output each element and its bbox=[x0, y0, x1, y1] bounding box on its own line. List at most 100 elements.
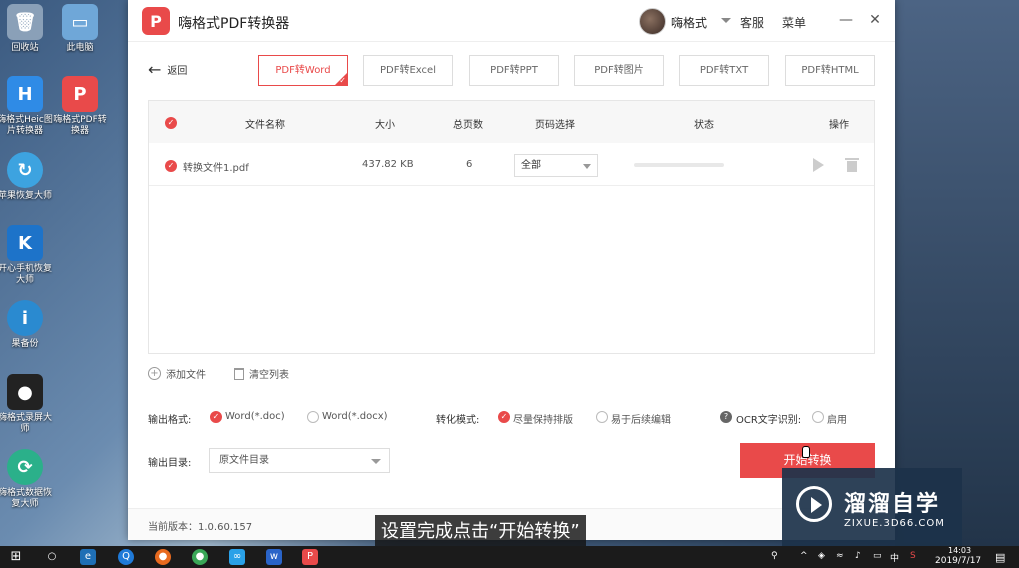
taskbar: ⊞ ○ e Q ● ● ∞ w P ⚲ ^ ◈ ≈ ♪ ▭ 中 S 14:03 … bbox=[0, 546, 1019, 568]
convert-mode-label: 转化模式: bbox=[436, 415, 480, 426]
tray-expand-icon[interactable]: ^ bbox=[800, 551, 808, 561]
desktop-icon-backup[interactable]: i 果备份 bbox=[0, 300, 53, 350]
app-window: P 嗨格式PDF转换器 嗨格式 客服 菜单 — ✕ ← 返回 PDF转Word … bbox=[128, 0, 895, 540]
radio-ocr-enable-label[interactable]: 启用 bbox=[827, 411, 847, 426]
notification-icon[interactable]: ▤ bbox=[995, 551, 1005, 564]
ime-indicator[interactable]: 中 bbox=[890, 551, 899, 564]
version-text: 当前版本：1.0.60.157 bbox=[148, 522, 253, 533]
radio-doc-label[interactable]: Word(*.doc) bbox=[225, 411, 285, 422]
radio-keep-layout-label[interactable]: 尽量保持排版 bbox=[513, 411, 573, 426]
header-status: 状态 bbox=[694, 120, 714, 131]
desktop-icon-label: 嗨格式录屏大师 bbox=[0, 413, 52, 434]
trash-can bbox=[847, 161, 857, 172]
radio-keep-layout[interactable]: ✓ bbox=[498, 411, 510, 423]
title-bar: P 嗨格式PDF转换器 嗨格式 客服 菜单 — ✕ bbox=[128, 0, 895, 42]
sogou-ime-icon[interactable]: S bbox=[910, 551, 916, 561]
row-checkbox[interactable]: ✓ bbox=[165, 160, 177, 172]
watermark: 溜溜自学 ZIXUE.3D66.COM bbox=[782, 468, 962, 552]
desktop-icon-screen-recorder[interactable]: ● 嗨格式录屏大师 bbox=[0, 374, 53, 435]
plus-icon: + bbox=[148, 367, 161, 380]
header-pages: 总页数 bbox=[453, 120, 483, 131]
pdf-converter-icon: P bbox=[62, 76, 98, 112]
chevron-down-icon bbox=[583, 164, 591, 169]
search-icon[interactable]: ○ bbox=[44, 549, 60, 565]
pdf-converter-taskbar-icon[interactable]: P bbox=[302, 549, 318, 565]
computer-icon: ▭ bbox=[62, 4, 98, 40]
arrow-left-icon: ← bbox=[148, 59, 162, 79]
output-format-label: 输出格式: bbox=[148, 415, 192, 426]
radio-docx[interactable] bbox=[307, 411, 319, 423]
desktop-icon-label: 回收站 bbox=[11, 43, 39, 53]
tab-label: PDF转图片 bbox=[594, 65, 644, 76]
cloud-app-icon[interactable]: ∞ bbox=[229, 549, 245, 565]
conversion-progress-bar bbox=[634, 163, 724, 167]
desktop-icon-apple-recovery[interactable]: ↻ 苹果恢复大师 bbox=[0, 152, 53, 202]
tab-pdf-to-ppt[interactable]: PDF转PPT bbox=[469, 55, 559, 86]
clock-date[interactable]: 2019/7/17 bbox=[935, 556, 981, 566]
desktop-icon-recycle-bin[interactable]: 🗑 回收站 bbox=[0, 4, 53, 54]
desktop-icon-label: 苹果恢复大师 bbox=[0, 191, 52, 201]
tab-pdf-to-txt[interactable]: PDF转TXT bbox=[679, 55, 769, 86]
tab-label: PDF转Excel bbox=[380, 65, 436, 76]
add-file-label: 添加文件 bbox=[166, 370, 206, 381]
tab-pdf-to-word[interactable]: PDF转Word ✓ bbox=[258, 55, 348, 86]
output-dir-select[interactable]: 原文件目录 bbox=[209, 448, 390, 473]
desktop-icon-data-recovery[interactable]: ⟳ 嗨格式数据恢复大师 bbox=[0, 449, 53, 510]
play-icon[interactable] bbox=[813, 158, 824, 172]
desktop-right-area bbox=[895, 0, 1019, 546]
user-name[interactable]: 嗨格式 bbox=[671, 14, 707, 31]
battery-icon[interactable]: ▭ bbox=[873, 551, 882, 561]
radio-doc[interactable]: ✓ bbox=[210, 411, 222, 423]
tab-pdf-to-image[interactable]: PDF转图片 bbox=[574, 55, 664, 86]
desktop-icon-heic-converter[interactable]: H 嗨格式Heic图片转换器 bbox=[0, 76, 53, 137]
volume-icon[interactable]: ♪ bbox=[855, 551, 861, 561]
trash-lid bbox=[845, 158, 859, 160]
page-range-select[interactable]: 全部 bbox=[514, 154, 598, 177]
back-label: 返回 bbox=[167, 66, 188, 77]
avatar[interactable] bbox=[639, 8, 666, 35]
menu-button[interactable]: 菜单 bbox=[782, 14, 806, 31]
tab-label: PDF转PPT bbox=[490, 65, 538, 76]
chevron-down-icon[interactable] bbox=[721, 18, 731, 23]
tab-pdf-to-excel[interactable]: PDF转Excel bbox=[363, 55, 453, 86]
firefox-icon[interactable]: ● bbox=[155, 549, 171, 565]
desktop-icon-label: 开心手机恢复大师 bbox=[0, 264, 52, 285]
desktop-icon-computer[interactable]: ▭ 此电脑 bbox=[52, 4, 108, 54]
customer-service-button[interactable]: 客服 bbox=[740, 14, 764, 31]
wifi-icon[interactable]: ≈ bbox=[836, 551, 844, 561]
chrome-icon[interactable]: ● bbox=[192, 549, 208, 565]
help-icon[interactable]: ? bbox=[720, 411, 732, 423]
minimize-button[interactable]: — bbox=[836, 10, 856, 30]
ie-browser-icon[interactable]: Q bbox=[118, 549, 134, 565]
shield-icon[interactable]: ◈ bbox=[818, 551, 825, 561]
file-size: 437.82 KB bbox=[362, 159, 414, 170]
tab-pdf-to-html[interactable]: PDF转HTML bbox=[785, 55, 875, 86]
play-logo-icon bbox=[796, 486, 832, 522]
back-button[interactable]: ← 返回 bbox=[148, 59, 188, 79]
windows-start-icon[interactable]: ⊞ bbox=[8, 549, 24, 565]
add-file-button[interactable]: + 添加文件 bbox=[148, 366, 206, 381]
close-button[interactable]: ✕ bbox=[865, 10, 885, 30]
phone-recovery-icon: K bbox=[7, 225, 43, 261]
desktop-icon-label: 嗨格式Heic图片转换器 bbox=[0, 115, 53, 136]
data-recovery-icon: ⟳ bbox=[7, 449, 43, 485]
header-page-select: 页码选择 bbox=[535, 120, 575, 131]
radio-docx-label[interactable]: Word(*.docx) bbox=[322, 411, 388, 422]
clear-list-button[interactable]: 清空列表 bbox=[234, 366, 289, 381]
radio-easy-edit[interactable] bbox=[596, 411, 608, 423]
trash-icon[interactable] bbox=[845, 158, 859, 172]
clock-time[interactable]: 14:03 bbox=[948, 546, 971, 555]
recycle-bin-icon: 🗑 bbox=[7, 4, 43, 40]
wps-icon[interactable]: w bbox=[266, 549, 282, 565]
radio-easy-edit-label[interactable]: 易于后续编辑 bbox=[611, 411, 671, 426]
desktop-icon-pdf-converter[interactable]: P 嗨格式PDF转换器 bbox=[52, 76, 108, 137]
radio-ocr-enable[interactable] bbox=[812, 411, 824, 423]
people-icon[interactable]: ⚲ bbox=[771, 551, 778, 561]
output-dir-value: 原文件目录 bbox=[219, 455, 269, 466]
desktop-icon-phone-recovery[interactable]: K 开心手机恢复大师 bbox=[0, 225, 53, 286]
edge-browser-icon[interactable]: e bbox=[80, 549, 96, 565]
mouse-cursor-icon bbox=[802, 446, 810, 458]
heic-converter-icon: H bbox=[7, 76, 43, 112]
tab-label: PDF转Word bbox=[275, 65, 331, 76]
select-all-checkbox[interactable]: ✓ bbox=[165, 117, 177, 129]
